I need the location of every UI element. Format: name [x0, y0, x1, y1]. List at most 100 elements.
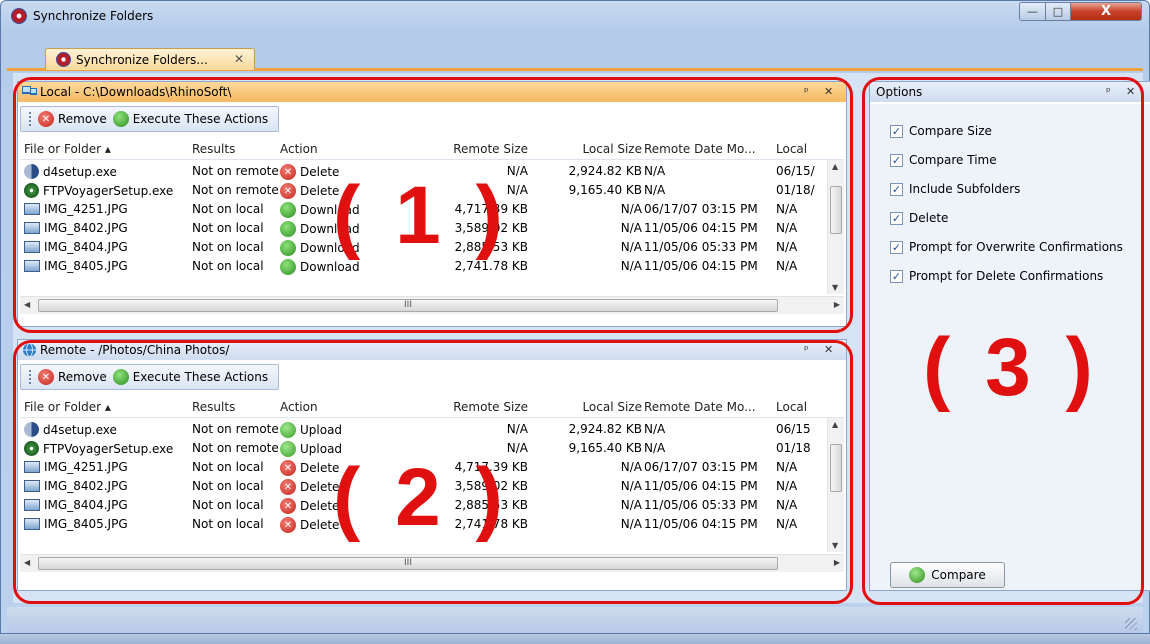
compare-icon	[909, 567, 926, 583]
column-header[interactable]: File or Folder ▴	[24, 400, 111, 414]
column-header[interactable]: Remote Date Mo...	[644, 142, 756, 156]
horizontal-scrollbar[interactable]: ◀ III ▶	[20, 554, 844, 572]
table-row[interactable]: IMG_4251.JPG Not on local Download 4,717.39…	[20, 200, 844, 219]
table-row[interactable]: IMG_4251.JPG Not on local ✕ Delete 4,717.39 …	[20, 458, 844, 477]
table-row[interactable]: IMG_8404.JPG Not on local Download 2,885.53…	[20, 238, 844, 257]
execute-actions-button[interactable]: Execute These Actions	[112, 111, 268, 127]
table-row[interactable]: IMG_8404.JPG Not on local ✕ Delete 2,885.53 …	[20, 496, 844, 515]
table-row[interactable]: IMG_8402.JPG Not on local Download 3,589.02…	[20, 219, 844, 238]
cell-result: Not on remote	[192, 183, 279, 197]
toolbar-grip[interactable]	[29, 112, 32, 126]
scroll-left-icon[interactable]: ◀	[24, 558, 30, 567]
cell-local-date: N/A	[776, 498, 797, 512]
result-text: Not on local	[192, 479, 264, 493]
checkbox[interactable]: ✓	[890, 269, 903, 283]
vertical-scrollbar[interactable]: ▲ ▼	[827, 160, 844, 294]
vertical-scrollbar[interactable]: ▲ ▼	[827, 418, 844, 552]
remove-button[interactable]: ✕ Remove	[38, 369, 107, 385]
scroll-down-icon[interactable]: ▼	[832, 541, 838, 550]
column-header[interactable]: Local Size	[532, 142, 642, 156]
option-delete[interactable]: ✓ Delete	[890, 211, 948, 225]
table-row[interactable]: IMG_8405.JPG Not on local ✕ Delete 2,741.78 …	[20, 515, 844, 534]
local-date-text: 01/18/	[776, 183, 815, 197]
column-header[interactable]: Local	[776, 400, 807, 414]
scroll-left-icon[interactable]: ◀	[24, 300, 30, 309]
column-header[interactable]: File or Folder ▴	[24, 142, 111, 156]
title-bar[interactable]: Synchronize Folders — □ X	[1, 1, 1149, 31]
checkbox[interactable]: ✓	[890, 124, 903, 138]
option-prompt-delete[interactable]: ✓ Prompt for Delete Confirmations	[890, 269, 1103, 283]
cell-local-date: N/A	[776, 240, 797, 254]
action-text: Download	[300, 241, 360, 255]
column-header[interactable]: Action	[280, 400, 318, 414]
grid-header: File or Folder ▴ Results Action Remote Size…	[20, 396, 844, 418]
globe-icon	[23, 343, 36, 357]
horizontal-scrollbar[interactable]: ◀ III ▶	[20, 296, 844, 314]
option-prompt-overwrite[interactable]: ✓ Prompt for Overwrite Confirmations	[890, 240, 1123, 254]
table-row[interactable]: FTPVoyagerSetup.exe Not on remote Upload N/…	[20, 439, 844, 458]
pin-icon[interactable]: ᵖ	[804, 340, 809, 360]
table-row[interactable]: FTPVoyagerSetup.exe Not on remote ✕ Delete N…	[20, 181, 844, 200]
scroll-thumb[interactable]	[830, 186, 842, 234]
local-size-text: N/A	[620, 240, 642, 254]
pin-icon[interactable]: ᵖ	[804, 82, 809, 102]
column-header[interactable]: Remote Size	[438, 400, 528, 414]
checkbox[interactable]: ✓	[890, 153, 903, 167]
table-row[interactable]: IMG_8402.JPG Not on local ✕ Delete 3,589.02 …	[20, 477, 844, 496]
table-row[interactable]: IMG_8405.JPG Not on local Download 2,741.78…	[20, 257, 844, 276]
scroll-thumb[interactable]: III	[38, 299, 778, 312]
execute-actions-button[interactable]: Execute These Actions	[112, 369, 268, 385]
cell-local-date: 01/18	[776, 441, 811, 455]
local-size-text: N/A	[620, 517, 642, 531]
toolbar-grip[interactable]	[29, 370, 32, 384]
remove-button[interactable]: ✕ Remove	[38, 111, 107, 127]
column-header[interactable]: Action	[280, 142, 318, 156]
close-icon[interactable]: ✕	[824, 82, 833, 102]
app-logo-icon	[11, 8, 27, 24]
column-header[interactable]: Results	[192, 142, 235, 156]
maximize-button[interactable]: □	[1045, 2, 1071, 21]
option-include-subfolders[interactable]: ✓ Include Subfolders	[890, 182, 1020, 196]
checkbox[interactable]: ✓	[890, 182, 903, 196]
close-icon[interactable]: ✕	[1126, 82, 1135, 102]
cell-result: Not on local	[192, 221, 264, 235]
table-row[interactable]: d4setup.exe Not on remote Upload N/A 2,924.8…	[20, 420, 844, 439]
cell-local-size: N/A	[532, 479, 642, 493]
checkbox[interactable]: ✓	[890, 211, 903, 225]
download-icon	[280, 240, 296, 256]
remote-date-text: 11/05/06 05:33 PM	[644, 498, 758, 512]
scroll-thumb[interactable]	[830, 444, 842, 492]
scroll-right-icon[interactable]: ▶	[834, 300, 840, 309]
scroll-down-icon[interactable]: ▼	[832, 283, 838, 292]
scroll-right-icon[interactable]: ▶	[834, 558, 840, 567]
image-icon	[24, 203, 40, 215]
close-icon[interactable]: ✕	[824, 340, 833, 360]
column-header[interactable]: Local	[776, 142, 807, 156]
option-label: Prompt for Overwrite Confirmations	[909, 240, 1123, 254]
scroll-up-icon[interactable]: ▲	[832, 162, 838, 171]
close-window-button[interactable]: X	[1070, 2, 1142, 21]
option-compare-time[interactable]: ✓ Compare Time	[890, 153, 997, 167]
option-compare-size[interactable]: ✓ Compare Size	[890, 124, 992, 138]
column-header[interactable]: Remote Date Mo...	[644, 400, 756, 414]
table-row[interactable]: d4setup.exe Not on remote ✕ Delete N/A 2,924.…	[20, 162, 844, 181]
scroll-up-icon[interactable]: ▲	[832, 420, 838, 429]
checkbox[interactable]: ✓	[890, 240, 903, 254]
cell-result: Not on local	[192, 259, 264, 273]
minimize-button[interactable]: —	[1019, 2, 1046, 21]
column-header[interactable]: Local Size	[532, 400, 642, 414]
local-date-text: N/A	[776, 498, 798, 512]
pin-icon[interactable]: ᵖ	[1106, 82, 1111, 102]
app-window: Synchronize Folders — □ X Synchronize Fo…	[0, 0, 1150, 634]
resize-grip[interactable]	[1125, 618, 1137, 630]
column-header[interactable]: Results	[192, 400, 235, 414]
delete-icon: ✕	[280, 183, 296, 199]
option-label: Include Subfolders	[909, 182, 1021, 196]
tab-close-icon[interactable]: ✕	[234, 52, 244, 66]
column-header[interactable]: Remote Size	[438, 142, 528, 156]
delete-icon: ✕	[280, 164, 296, 180]
local-size-text: 2,924.82 KB	[568, 164, 642, 178]
compare-button[interactable]: Compare	[890, 562, 1005, 588]
scroll-thumb[interactable]: III	[38, 557, 778, 570]
tab-synchronize-folders[interactable]: Synchronize Folders... ✕	[45, 48, 255, 70]
